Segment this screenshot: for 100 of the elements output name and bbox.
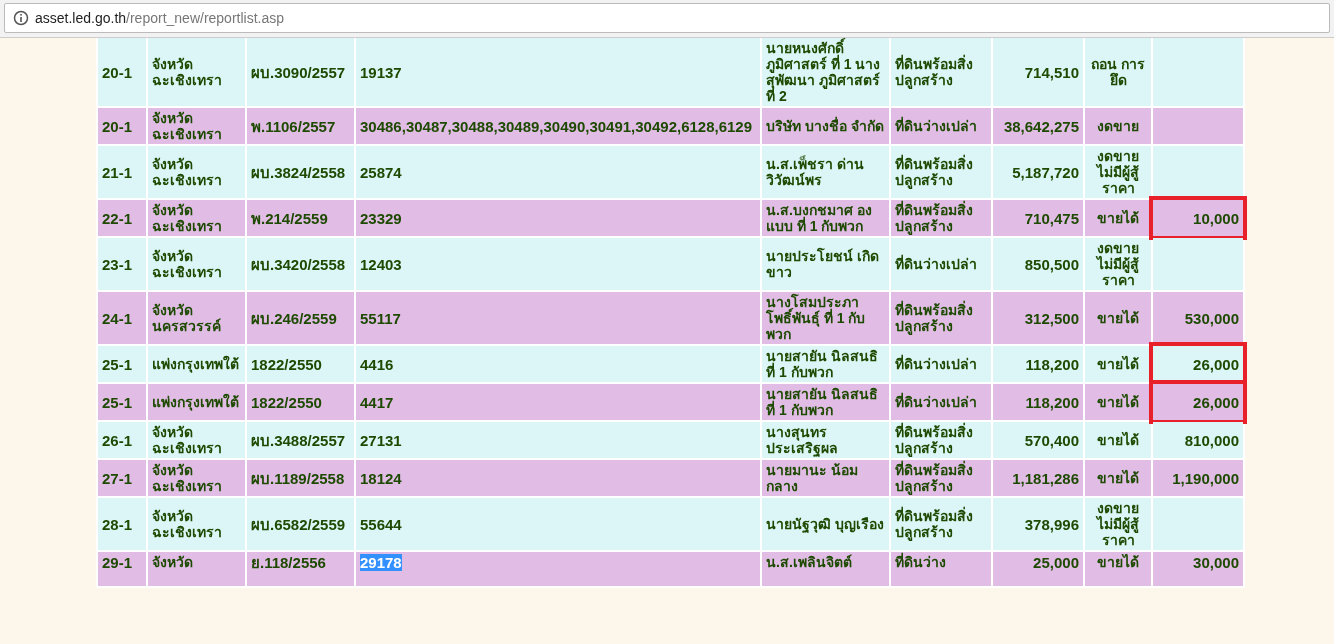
info-icon[interactable] xyxy=(13,10,29,26)
property-type-cell: ที่ดินว่างเปล่า xyxy=(891,238,991,290)
owner-cell: นางโสมประภา โพธิ์พันธุ์ ที่ 1 กับพวก xyxy=(762,292,889,344)
case-number-cell: ผบ.6582/2559 xyxy=(247,498,354,550)
property-type-cell: ที่ดินพร้อมสิ่งปลูกสร้าง xyxy=(891,146,991,198)
court-cell: จังหวัดฉะเชิงเทรา xyxy=(148,108,245,144)
property-type-cell: ที่ดินพร้อมสิ่งปลูกสร้าง xyxy=(891,292,991,344)
price-cell: 714,510 xyxy=(993,38,1083,106)
court-cell: จังหวัดฉะเชิงเทรา xyxy=(148,200,245,236)
price-cell: 378,996 xyxy=(993,498,1083,550)
property-type-cell: ที่ดินพร้อมสิ่งปลูกสร้าง xyxy=(891,422,991,458)
property-type-cell: ที่ดินว่าง xyxy=(891,552,991,586)
price-cell: 118,200 xyxy=(993,346,1083,382)
owner-cell: นายประโยชน์ เกิดขาว xyxy=(762,238,889,290)
owner-cell: นางสุนทร ประเสริฐผล xyxy=(762,422,889,458)
sold-price-cell: 1,190,000 xyxy=(1153,460,1243,496)
deed-number-text: 12403 xyxy=(360,255,402,273)
deed-number-text: 25874 xyxy=(360,163,402,181)
price-cell: 118,200 xyxy=(993,384,1083,420)
status-cell: ขายได้ xyxy=(1085,200,1151,236)
owner-cell: น.ส.บงกชมาศ องแบบ ที่ 1 กับพวก xyxy=(762,200,889,236)
url-text: asset.led.go.th/report_new/reportlist.asp xyxy=(35,10,285,26)
case-number-cell: ผบ.3488/2557 xyxy=(247,422,354,458)
price-cell: 1,181,286 xyxy=(993,460,1083,496)
case-number-cell: ผบ.246/2559 xyxy=(247,292,354,344)
row-number-cell: 26-1 xyxy=(98,422,146,458)
status-cell: งดขาย ไม่มีผู้สู้ราคา xyxy=(1085,498,1151,550)
case-number-cell: พ.214/2559 xyxy=(247,200,354,236)
deed-number-text: 55644 xyxy=(360,515,402,533)
deed-number-text: 19137 xyxy=(360,63,402,81)
row-number-cell: 25-1 xyxy=(98,384,146,420)
row-number-cell: 27-1 xyxy=(98,460,146,496)
deed-number-text: 27131 xyxy=(360,431,402,449)
court-cell: แพ่งกรุงเทพใต้ xyxy=(148,384,245,420)
price-cell: 312,500 xyxy=(993,292,1083,344)
case-number-cell: ย.118/2556 xyxy=(247,552,354,586)
deed-number-text: 55117 xyxy=(360,309,401,327)
court-cell: จังหวัดฉะเชิงเทรา xyxy=(148,146,245,198)
court-cell: จังหวัดนครสวรรค์ xyxy=(148,292,245,344)
owner-cell: น.ส.เพลินจิตต์ xyxy=(762,552,889,586)
status-cell: ถอน การยึด xyxy=(1085,38,1151,106)
court-cell: จังหวัดฉะเชิงเทรา xyxy=(148,460,245,496)
sold-price-cell: 530,000 xyxy=(1153,292,1243,344)
status-cell: ขายได้ xyxy=(1085,460,1151,496)
status-cell: งดขาย xyxy=(1085,108,1151,144)
row-number-cell: 20-1 xyxy=(98,108,146,144)
owner-cell: นายนัฐวุฒิ บุญเรือง xyxy=(762,498,889,550)
sold-price-cell: 810,000 xyxy=(1153,422,1243,458)
status-cell: ขายได้ xyxy=(1085,292,1151,344)
row-number-cell: 24-1 xyxy=(98,292,146,344)
row-number-cell: 28-1 xyxy=(98,498,146,550)
court-cell: จังหวัดฉะเชิงเทรา xyxy=(148,238,245,290)
owner-cell: นายมานะ น้อมกลาง xyxy=(762,460,889,496)
court-cell: แพ่งกรุงเทพใต้ xyxy=(148,346,245,382)
court-cell: จังหวัดฉะเชิงเทรา xyxy=(148,498,245,550)
property-type-cell: ที่ดินพร้อมสิ่งปลูกสร้าง xyxy=(891,200,991,236)
status-cell: ขายได้ xyxy=(1085,346,1151,382)
case-number-cell: พ.1106/2557 xyxy=(247,108,354,144)
property-type-cell: ที่ดินพร้อมสิ่งปลูกสร้าง xyxy=(891,38,991,106)
owner-cell: นายหนงศักดิ์ ภูมิศาสตร์ ที่ 1 นางสุพัฒนา ภูมิศาสตร์ ที่ 2 xyxy=(762,38,889,106)
status-cell: งดขาย ไม่มีผู้สู้ราคา xyxy=(1085,238,1151,290)
status-cell: งดขาย ไม่มีผู้สู้ราคา xyxy=(1085,146,1151,198)
owner-cell: นายสายัน นิลสนธิ ที่ 1 กับพวก xyxy=(762,346,889,382)
owner-cell: น.ส.เพ็ชรา ด่าน วิวัฒน์พร xyxy=(762,146,889,198)
row-number-cell: 21-1 xyxy=(98,146,146,198)
price-cell: 570,400 xyxy=(993,422,1083,458)
price-cell: 850,500 xyxy=(993,238,1083,290)
status-cell: ขายได้ xyxy=(1085,384,1151,420)
sold-price-cell: 30,000 xyxy=(1153,552,1243,586)
case-number-cell: ผบ.3090/2557 xyxy=(247,38,354,106)
row-number-cell: 25-1 xyxy=(98,346,146,382)
case-number-cell: ผบ.3420/2558 xyxy=(247,238,354,290)
case-number-cell: 1822/2550 xyxy=(247,346,354,382)
deed-number-text: 30486,30487,30488,30489,30490,30491,30492,6128,6129 xyxy=(360,117,753,135)
case-number-cell: 1822/2550 xyxy=(247,384,354,420)
owner-cell: นายสายัน นิลสนธิ ที่ 1 กับพวก xyxy=(762,384,889,420)
row-number-cell: 29-1 xyxy=(98,552,146,586)
case-number-cell: ผบ.3824/2558 xyxy=(247,146,354,198)
deed-number-text: 18124 xyxy=(360,469,402,487)
property-type-cell: ที่ดินพร้อมสิ่งปลูกสร้าง xyxy=(891,460,991,496)
court-cell: จังหวัด xyxy=(148,552,245,586)
row-number-cell: 23-1 xyxy=(98,238,146,290)
row-number-cell: 20-1 xyxy=(98,38,146,106)
property-type-cell: ที่ดินพร้อมสิ่งปลูกสร้าง xyxy=(891,498,991,550)
court-cell: จังหวัดฉะเชิงเทรา xyxy=(148,422,245,458)
row-number-cell: 22-1 xyxy=(98,200,146,236)
case-number-cell: ผบ.1189/2558 xyxy=(247,460,354,496)
deed-number-text: 29178 xyxy=(360,554,402,571)
deed-number-text: 4416 xyxy=(360,355,394,373)
price-cell: 5,187,720 xyxy=(993,146,1083,198)
price-cell: 25,000 xyxy=(993,552,1083,586)
property-type-cell: ที่ดินว่างเปล่า xyxy=(891,384,991,420)
property-type-cell: ที่ดินว่างเปล่า xyxy=(891,108,991,144)
court-cell: จังหวัดฉะเชิงเทรา xyxy=(148,38,245,106)
price-cell: 710,475 xyxy=(993,200,1083,236)
address-bar[interactable]: asset.led.go.th/report_new/reportlist.asp xyxy=(4,3,1330,33)
property-type-cell: ที่ดินว่างเปล่า xyxy=(891,346,991,382)
status-cell: ขายได้ xyxy=(1085,552,1151,586)
owner-cell: บริษัท บางชื่อ จำกัด xyxy=(762,108,889,144)
deed-number-text: 4417 xyxy=(360,393,394,411)
